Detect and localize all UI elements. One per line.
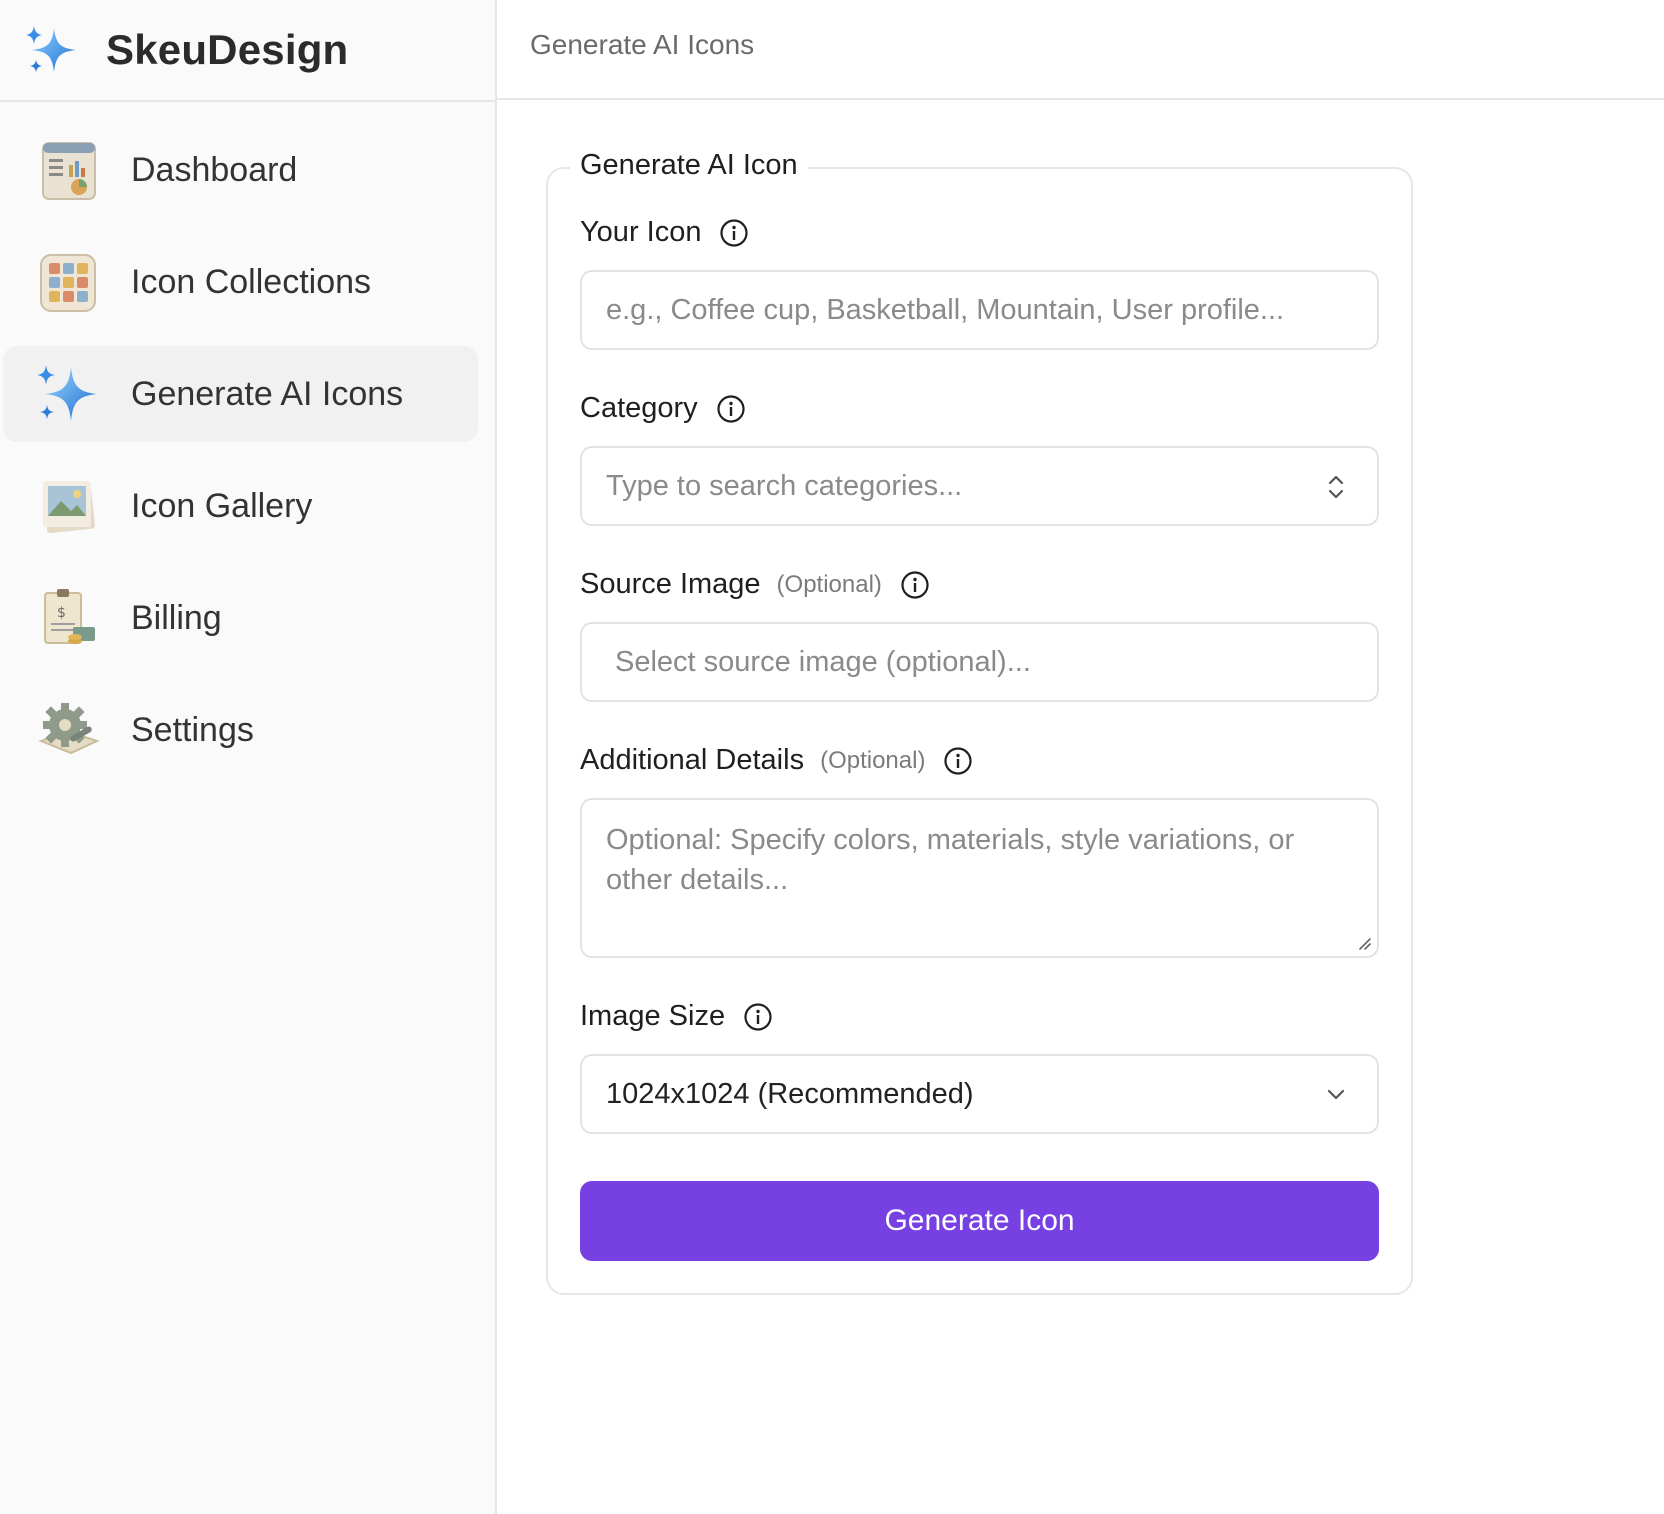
additional-details-placeholder: Optional: Specify colors, materials, sty… [606, 824, 1295, 896]
app-window: SkeuDesign Dashboard Icon Collections Ge… [0, 0, 1664, 1514]
brand[interactable]: SkeuDesign [0, 0, 495, 102]
sidebar-item-settings[interactable]: Settings [3, 682, 478, 778]
sparkle-icon [26, 26, 76, 72]
collections-icon [40, 254, 96, 312]
category-placeholder: Type to search categories... [606, 469, 963, 502]
brand-name: SkeuDesign [106, 26, 349, 73]
gear-icon [38, 703, 100, 755]
info-icon[interactable] [900, 570, 930, 600]
info-icon[interactable] [719, 218, 749, 248]
sidebar-item-icon-gallery[interactable]: Icon Gallery [3, 458, 478, 554]
chevron-up-down-icon[interactable] [1321, 472, 1351, 502]
top-bar: Generate AI Icons [497, 0, 1664, 100]
source-image-select[interactable]: Select source image (optional)... [580, 622, 1379, 702]
additional-details-label: Additional Details (Optional) [580, 744, 973, 777]
sidebar-nav: Dashboard Icon Collections Generate AI I… [0, 102, 495, 778]
image-size-value: 1024x1024 (Recommended) [606, 1077, 974, 1110]
additional-details-label-text: Additional Details [580, 744, 805, 776]
image-size-label-text: Image Size [580, 1000, 726, 1032]
info-icon[interactable] [743, 1002, 773, 1032]
info-icon[interactable] [943, 746, 973, 776]
main-content: Generate AI Icons Generate AI Icon Your … [497, 0, 1664, 1514]
sidebar-item-label: Settings [131, 710, 254, 749]
category-label-text: Category [580, 392, 698, 424]
info-icon[interactable] [716, 394, 746, 424]
sidebar-item-label: Generate AI Icons [131, 374, 404, 413]
additional-details-textarea[interactable]: Optional: Specify colors, materials, sty… [580, 798, 1379, 958]
sparkle-icon [37, 365, 97, 421]
dashboard-icon [42, 142, 96, 200]
sidebar: SkeuDesign Dashboard Icon Collections Ge… [0, 0, 497, 1514]
your-icon-input[interactable]: e.g., Coffee cup, Basketball, Mountain, … [580, 270, 1379, 350]
sidebar-item-label: Icon Gallery [131, 486, 313, 525]
sidebar-item-billing[interactable]: $ Billing [3, 570, 478, 666]
category-label: Category [580, 392, 746, 425]
svg-text:$: $ [57, 605, 66, 621]
optional-tag: (Optional) [776, 570, 882, 598]
sidebar-item-icon-collections[interactable]: Icon Collections [3, 234, 478, 330]
source-image-label: Source Image (Optional) [580, 568, 930, 601]
image-size-label: Image Size [580, 1000, 773, 1033]
sidebar-item-generate-ai-icons[interactable]: Generate AI Icons [3, 346, 478, 442]
billing-icon: $ [44, 589, 95, 644]
your-icon-label-text: Your Icon [580, 216, 702, 248]
sidebar-item-dashboard[interactable]: Dashboard [3, 122, 478, 218]
sidebar-item-label: Billing [131, 598, 222, 637]
sidebar-item-label: Dashboard [131, 150, 298, 189]
chevron-down-icon[interactable] [1321, 1080, 1351, 1110]
image-size-select[interactable]: 1024x1024 (Recommended) [580, 1054, 1379, 1134]
optional-tag: (Optional) [820, 746, 926, 774]
category-combobox[interactable]: Type to search categories... [580, 446, 1379, 526]
form-legend: Generate AI Icon [570, 149, 808, 182]
generate-icon-form: Generate AI Icon Your Icon e.g., Coffee … [546, 149, 1413, 1295]
source-image-label-text: Source Image [580, 568, 761, 600]
breadcrumb: Generate AI Icons [530, 29, 755, 60]
sidebar-item-label: Icon Collections [131, 262, 372, 301]
generate-icon-button[interactable]: Generate Icon [580, 1181, 1379, 1261]
resize-handle-icon[interactable] [1355, 934, 1371, 950]
gallery-icon [43, 481, 95, 534]
your-icon-label: Your Icon [580, 216, 749, 249]
